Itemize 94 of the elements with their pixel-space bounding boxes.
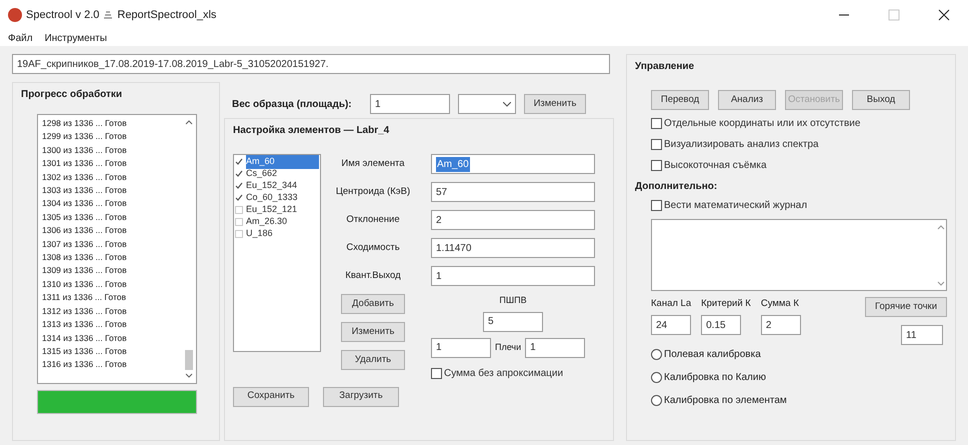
text-field[interactable]: 1 xyxy=(431,266,595,286)
element-item[interactable]: Cs_662 xyxy=(246,167,319,181)
action-button[interactable]: Выход xyxy=(852,90,910,110)
log-line: 1313 из 1336 ... Готов xyxy=(42,318,128,332)
checkbox[interactable] xyxy=(651,200,662,211)
param-label: Критерий К xyxy=(701,297,751,311)
field-label: Отклонение xyxy=(345,212,401,227)
log-line: 1314 из 1336 ... Готов xyxy=(42,332,128,344)
radio-button[interactable] xyxy=(651,395,662,406)
text-field[interactable]: Am_60 xyxy=(431,154,595,174)
text-field[interactable]: 19AF_скрипников_17.08.2019-17.08.2019_Labr-5_31052020151927. xyxy=(12,54,610,74)
log-line: 1306 из 1336 ... Готов xyxy=(42,224,128,238)
file-name: ReportSpectrool_xls xyxy=(117,8,216,23)
unit-dropdown[interactable] xyxy=(458,94,516,114)
app-logo-icon xyxy=(8,8,22,22)
radio-button[interactable] xyxy=(651,372,662,383)
action-button[interactable]: Изменить xyxy=(341,322,405,342)
text-field[interactable]: 2 xyxy=(431,210,595,230)
text-field[interactable]: 2 xyxy=(760,315,801,336)
weight-label: Вес образца (площадь): xyxy=(232,98,353,112)
window-title: Spectrool v 2.0 xyxy=(26,8,100,23)
checkbox[interactable] xyxy=(431,368,442,378)
log-line: 1309 из 1336 ... Готов xyxy=(42,264,128,278)
checkbox-label: Визуализировать анализ спектра xyxy=(664,138,819,152)
action-button[interactable]: Загрузить xyxy=(323,386,399,406)
chevron-down-icon xyxy=(503,102,511,106)
panel-title: Настройка элементов — Labr_4 xyxy=(233,124,390,138)
action-button[interactable]: Перевод xyxy=(651,90,709,110)
field-label: Квант.Выход xyxy=(344,268,402,283)
checkmark-icon[interactable] xyxy=(235,170,244,178)
text-field[interactable]: 1 xyxy=(370,94,450,114)
radio-label: Полевая калибровка xyxy=(664,348,761,362)
panel-title: Дополнительно: xyxy=(635,180,718,194)
panel-title: Управление xyxy=(635,60,696,74)
checkmark-icon[interactable] xyxy=(235,182,244,190)
log-line: 1304 из 1336 ... Готов xyxy=(42,197,128,210)
element-item[interactable]: Am_26.30 xyxy=(246,215,319,229)
checkbox-label: Вести математический журнал xyxy=(664,199,808,213)
element-item[interactable]: Am_60 xyxy=(246,155,319,169)
text-field[interactable]: 57 xyxy=(431,182,595,202)
field-label: Сходимость xyxy=(345,240,401,255)
text-field[interactable]: 11 xyxy=(901,325,943,345)
panel-title: Прогресс обработки xyxy=(21,88,124,102)
checkbox-label: Высокоточная съёмка xyxy=(664,159,766,173)
log-line: 1298 из 1336 ... Готов xyxy=(42,117,128,130)
log-textarea[interactable] xyxy=(651,219,947,291)
log-line: 1312 из 1336 ... Готов xyxy=(42,304,128,318)
radio-label: Калибровка по элементам xyxy=(664,394,787,408)
field-label: Имя элемента xyxy=(340,156,406,171)
log-line: 1305 из 1336 ... Готов xyxy=(42,210,128,224)
log-line: 1316 из 1336 ... Готов xyxy=(42,358,128,372)
element-item[interactable]: U_186 xyxy=(246,227,319,241)
checkbox[interactable] xyxy=(651,139,662,150)
param-label: Канал La xyxy=(651,297,692,311)
log-line: 1300 из 1336 ... Готов xyxy=(42,144,128,157)
log-line: 1311 из 1336 ... Готов xyxy=(42,291,127,304)
text-field[interactable]: 5 xyxy=(483,312,543,332)
checkbox-label: Отдельные координаты или их отсутствие xyxy=(664,117,860,131)
checkbox[interactable] xyxy=(651,118,662,129)
action-button[interactable]: Анализ xyxy=(718,90,776,110)
pshpv-label: ПШПВ xyxy=(499,294,527,307)
radio-button[interactable] xyxy=(651,349,662,360)
log-line: 1299 из 1336 ... Готов xyxy=(42,130,128,144)
checkmark-icon[interactable] xyxy=(235,194,244,202)
log-line: 1307 из 1336 ... Готов xyxy=(42,238,128,251)
log-line: 1315 из 1336 ... Готов xyxy=(42,344,128,358)
text-field[interactable]: 1 xyxy=(525,338,586,358)
checkbox-label: Сумма без апроксимации xyxy=(444,366,564,380)
action-button[interactable]: Изменить xyxy=(524,94,586,114)
menu-item[interactable]: Инструменты xyxy=(44,30,107,46)
text-field[interactable]: 0.15 xyxy=(701,315,742,336)
log-line: 1310 из 1336 ... Готов xyxy=(42,278,128,291)
shoulders-label: Плечи xyxy=(495,340,522,354)
param-label: Сумма К xyxy=(760,297,800,311)
field-label: Центроида (КэВ) xyxy=(334,184,412,199)
menu-item[interactable]: Файл xyxy=(8,30,33,46)
text-field[interactable]: 1 xyxy=(431,338,491,358)
text-field[interactable]: 1.11470 xyxy=(431,238,595,258)
element-item[interactable]: Eu_152_121 xyxy=(246,203,319,217)
log-line: 1301 из 1336 ... Готов xyxy=(42,157,128,170)
checkbox[interactable] xyxy=(651,160,662,171)
action-button[interactable]: Сохранить xyxy=(233,386,309,406)
log-line: 1308 из 1336 ... Готов xyxy=(42,251,128,264)
log-line: 1303 из 1336 ... Готов xyxy=(42,184,128,198)
radio-label: Калибровка по Калию xyxy=(664,371,766,385)
action-button[interactable]: Удалить xyxy=(341,350,405,370)
text-field[interactable]: 24 xyxy=(651,315,691,336)
element-item[interactable]: Eu_152_344 xyxy=(246,179,319,193)
close-icon[interactable] xyxy=(938,9,950,21)
element-item[interactable]: Co_60_1333 xyxy=(246,191,319,205)
checkmark-icon[interactable] xyxy=(235,158,244,166)
log-line: 1302 из 1336 ... Готов xyxy=(42,170,128,184)
action-button[interactable]: Добавить xyxy=(341,294,405,314)
action-button[interactable]: Горячие точки xyxy=(865,297,947,317)
